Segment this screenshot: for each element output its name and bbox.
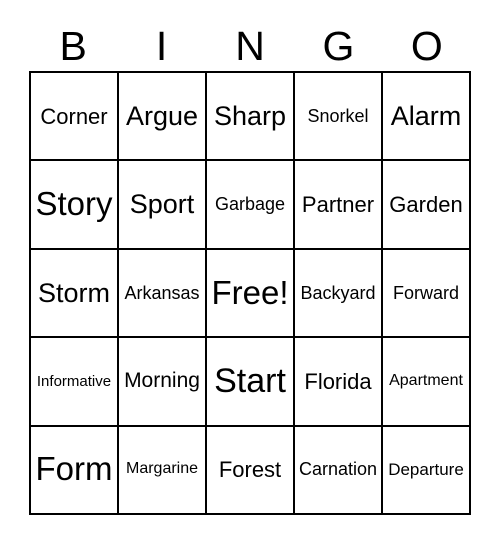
bingo-cell-label: Informative [36,372,112,390]
bingo-cell-label: Free! [211,273,289,311]
bingo-cell-label: Garbage [214,194,286,215]
bingo-cell-label: Backyard [300,282,376,303]
bingo-cell[interactable]: Garden [383,161,471,250]
bingo-cell[interactable]: Forward [383,249,471,339]
bingo-header-letter-o: O [410,23,443,69]
bingo-cell-label: Start [214,361,286,400]
bingo-cell-label: Florida [304,368,372,394]
bingo-cell[interactable]: Departure [383,426,471,515]
bingo-header-letter-i: I [155,23,168,69]
bingo-cell[interactable]: Corner [31,73,119,162]
bingo-cell[interactable]: Story [31,161,119,250]
bingo-cell-label: Form [35,450,113,488]
bingo-cell[interactable]: Carnation [295,426,383,515]
bingo-cell[interactable]: Apartment [383,338,471,427]
bingo-cell[interactable]: Sharp [207,73,295,162]
bingo-cell-free[interactable]: Free! [207,249,295,339]
bingo-cell-label: Garden [389,192,463,218]
bingo-cell[interactable]: Snorkel [295,73,383,162]
bingo-cell-label: Argue [125,101,199,132]
bingo-cell[interactable]: Sport [119,161,207,250]
bingo-cell[interactable]: Backyard [295,249,383,339]
bingo-cell-label: Alarm [390,101,462,132]
bingo-cell-label: Margarine [125,460,199,478]
bingo-cell-label: Sport [129,189,195,220]
bingo-cell-label: Arkansas [124,282,200,303]
bingo-cell[interactable]: Partner [295,161,383,250]
bingo-cell[interactable]: Storm [31,249,119,339]
bingo-cell[interactable]: Florida [295,338,383,427]
bingo-cell-label: Storm [37,277,110,308]
bingo-cell-label: Partner [301,192,375,218]
bingo-cell-label: Carnation [298,459,378,480]
bingo-header-letter-b: B [59,23,87,69]
bingo-cell-label: Morning [124,369,200,393]
bingo-cell[interactable]: Forest [207,426,295,515]
bingo-cell-label: Apartment [389,371,463,389]
bingo-cell[interactable]: Informative [31,338,119,427]
bingo-cell[interactable]: Start [207,338,295,427]
bingo-card: B I N G O Corner Argue Sharp Snorkel Alarm Story S… [0,0,500,544]
bingo-cell[interactable]: Argue [119,73,207,162]
bingo-cell[interactable]: Morning [119,338,207,427]
bingo-cell-label: Sharp [213,101,287,132]
bingo-cell[interactable]: Alarm [383,73,471,162]
bingo-cell[interactable]: Arkansas [119,249,207,339]
bingo-cell[interactable]: Margarine [119,426,207,515]
bingo-header: BINGO [29,8,471,68]
bingo-cell-label: Corner [40,103,108,129]
bingo-cell-label: Forward [392,282,459,303]
bingo-cell-label: Story [35,185,113,223]
bingo-cell-label: Departure [388,459,464,479]
bingo-cell-label: Snorkel [307,105,369,126]
bingo-header-letter-g: G [322,23,355,69]
bingo-cell[interactable]: Garbage [207,161,295,250]
bingo-header-letter-n: N [235,23,265,69]
bingo-cell[interactable]: Form [31,426,119,515]
bingo-grid: Corner Argue Sharp Snorkel Alarm Story Sport Ga… [29,71,471,515]
bingo-cell-label: Forest [218,457,282,483]
